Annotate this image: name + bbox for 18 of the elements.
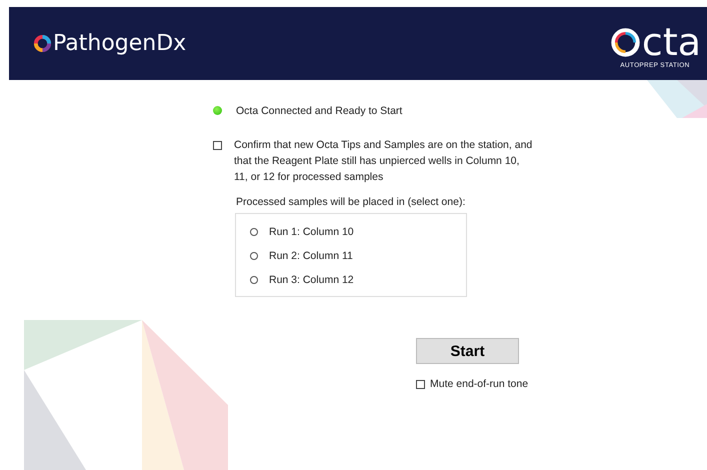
confirm-checkbox[interactable] xyxy=(213,141,222,150)
start-button[interactable]: Start xyxy=(416,338,519,364)
option-label[interactable]: Run 3: Column 12 xyxy=(269,274,354,286)
confirm-text: Confirm that new Octa Tips and Samples are on the station, and that the Reagent Plate still has unpierced wells in Column 10, 11, or 12 for processed samples xyxy=(234,138,534,185)
mute-checkbox[interactable] xyxy=(416,380,425,388)
corner-drawing xyxy=(647,80,707,118)
product-name: cta xyxy=(642,24,701,60)
option-label[interactable]: Run 1: Column 10 xyxy=(269,226,354,238)
status-text: Octa Connected and Ready to Start xyxy=(236,105,402,117)
mute-label: Mute end-of-run tone xyxy=(430,378,528,390)
brand-name: PathogenDx xyxy=(53,31,186,56)
radio-button[interactable] xyxy=(250,276,258,284)
radio-button[interactable] xyxy=(250,252,258,260)
placement-label: Processed samples will be placed in (select one): xyxy=(236,196,466,208)
ring-logo-icon xyxy=(33,34,52,53)
ring-logo-icon xyxy=(608,26,642,58)
radio-button[interactable] xyxy=(250,228,258,236)
option-label[interactable]: Run 2: Column 11 xyxy=(269,250,353,262)
